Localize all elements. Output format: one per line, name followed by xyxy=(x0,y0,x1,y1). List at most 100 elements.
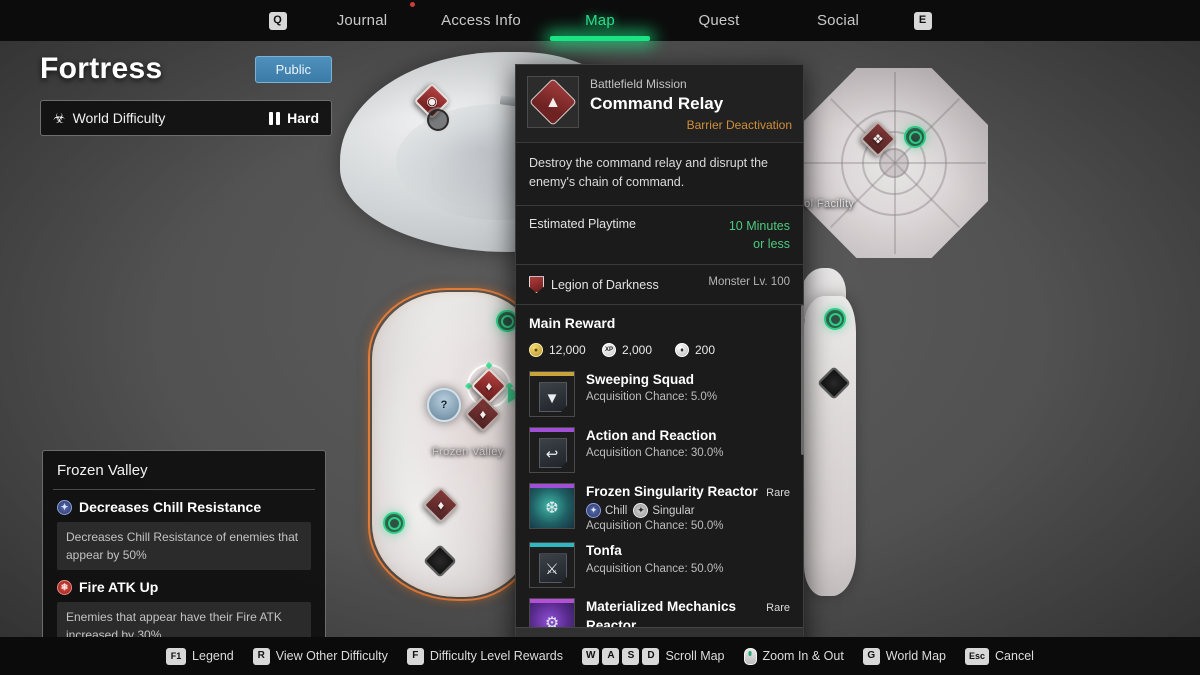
reward-item-icon: ⚙ xyxy=(529,598,575,628)
map-marker-resource-east[interactable] xyxy=(824,308,846,330)
world-difficulty-box[interactable]: ☣ World Difficulty Hard xyxy=(40,100,332,136)
reward-item[interactable]: ⚙ Materialized Mechanics Reactor Rare ● … xyxy=(516,593,803,628)
reward-item-text: Frozen Singularity Reactor Rare ✦ Chill … xyxy=(586,483,790,532)
key-d[interactable]: D xyxy=(642,647,660,665)
chill-attribute-icon: ✦ xyxy=(586,503,601,519)
tab-quest[interactable]: Quest xyxy=(660,12,779,29)
keybind-cancel-label: Cancel xyxy=(995,649,1034,663)
nav-next-key[interactable]: E xyxy=(913,11,932,30)
landmass-east xyxy=(804,296,856,596)
keybind-zoom-label: Zoom In & Out xyxy=(762,649,844,663)
module-amount: 200 xyxy=(695,343,716,358)
tooltip-scrollbar[interactable] xyxy=(801,305,804,455)
key-r[interactable]: R xyxy=(252,647,270,665)
tab-journal-label: Journal xyxy=(336,12,388,29)
reward-item-icon: ❆ xyxy=(529,483,575,530)
key-a[interactable]: A xyxy=(602,647,620,665)
currency-xp: XP 2,000 xyxy=(602,343,675,358)
reward-item-text: Materialized Mechanics Reactor Rare ● No… xyxy=(586,598,790,627)
tab-access-info-label: Access Info xyxy=(441,12,521,29)
main-reward-section: Main Reward xyxy=(516,305,803,337)
tab-map[interactable]: Map xyxy=(541,12,660,41)
key-f1[interactable]: F1 xyxy=(166,647,187,665)
mission-type-icon: ▲ xyxy=(527,76,579,128)
reward-name: Sweeping Squad xyxy=(586,372,695,388)
reward-glyph-icon: ⚔ xyxy=(545,561,559,579)
gold-amount: 12,000 xyxy=(549,343,586,358)
map-marker-mission-facility[interactable]: ❖ xyxy=(859,120,897,158)
reward-glyph-icon: ↩ xyxy=(545,446,559,464)
reward-item-text: Action and Reaction Acquisition Chance: … xyxy=(586,427,790,459)
region-modifier-name: Decreases Chill Resistance xyxy=(79,499,262,515)
reward-chance: Acquisition Chance: 5.0% xyxy=(586,391,718,404)
map-marker-mission-valley-south[interactable]: ♦ xyxy=(422,486,460,524)
reward-item-text: Tonfa Acquisition Chance: 50.0% xyxy=(586,542,790,574)
reward-item[interactable]: ⚔ Tonfa Acquisition Chance: 50.0% xyxy=(516,537,803,593)
page-title: Fortress xyxy=(40,52,163,85)
map-marker-resource-valley-southwest[interactable] xyxy=(383,512,405,534)
fire-attribute-icon: ❄ xyxy=(57,579,72,595)
reward-name-line: Sweeping Squad xyxy=(586,371,790,389)
reward-item[interactable]: ❆ Frozen Singularity Reactor Rare ✦ Chil… xyxy=(516,478,803,537)
region-panel-title: Frozen Valley xyxy=(57,462,148,479)
keybind-view-other-difficulty[interactable]: R View Other Difficulty xyxy=(252,647,388,665)
playtime-line1: 10 Minutes xyxy=(728,218,790,233)
public-session-button[interactable]: Public xyxy=(254,55,332,83)
keybind-scroll-map[interactable]: W A S D Scroll Map xyxy=(582,647,725,665)
reward-attribute: ✦ Singular xyxy=(633,503,695,519)
reward-glyph-icon: ❆ xyxy=(545,500,559,518)
reward-rarity: Rare xyxy=(766,602,790,615)
reward-attribute-label: Chill xyxy=(605,504,628,517)
key-esc[interactable]: Esc xyxy=(965,647,990,665)
region-modifier-header: ✦ Decreases Chill Resistance xyxy=(57,499,311,515)
keybind-difficulty-level-rewards-label: Difficulty Level Rewards xyxy=(429,649,564,663)
key-f[interactable]: F xyxy=(406,647,424,665)
tab-active-underline xyxy=(550,36,650,41)
mission-tooltip: ▲ Battlefield Mission Command Relay Barr… xyxy=(515,64,804,672)
keybind-world-map-label: World Map xyxy=(885,649,947,663)
map-marker-mission-selected[interactable]: ♦ xyxy=(470,367,508,405)
tab-social-label: Social xyxy=(816,12,860,29)
nav-prev-key[interactable]: Q xyxy=(268,11,287,30)
tab-access-info[interactable]: Access Info xyxy=(422,12,541,29)
reward-item[interactable]: ↩ Action and Reaction Acquisition Chance… xyxy=(516,422,803,478)
tab-quest-label: Quest xyxy=(698,12,740,29)
top-navigation-bar: Q Journal Access Info Map Quest Social E xyxy=(0,0,1200,41)
module-icon: ♦ xyxy=(675,343,689,358)
main-reward-title: Main Reward xyxy=(529,315,616,332)
mouse-icon xyxy=(743,647,757,665)
reward-chance: Acquisition Chance: 50.0% xyxy=(586,520,724,533)
map-marker-mission-valley-mid[interactable]: ♦ xyxy=(464,395,502,433)
reward-rarity: Rare xyxy=(766,487,790,500)
keybind-view-other-difficulty-label: View Other Difficulty xyxy=(275,649,388,663)
key-s[interactable]: S xyxy=(622,647,640,665)
map-marker-objective-nw[interactable] xyxy=(427,109,449,131)
reward-item[interactable]: ▼ Sweeping Squad Acquisition Chance: 5.0… xyxy=(516,366,803,422)
map-player-marker[interactable]: ? xyxy=(427,388,461,422)
faction-left: Legion of Darkness xyxy=(529,276,659,294)
chill-attribute-icon: ✦ xyxy=(57,499,72,515)
world-difficulty-label: World Difficulty xyxy=(72,110,166,126)
tab-social[interactable]: Social xyxy=(779,12,898,29)
keybind-zoom[interactable]: Zoom In & Out xyxy=(743,647,844,665)
location-title-row: Fortress Public xyxy=(40,52,332,86)
key-g[interactable]: G xyxy=(862,647,880,665)
keybind-legend[interactable]: F1 Legend xyxy=(166,647,234,665)
region-modifier-panel: Frozen Valley ✦ Decreases Chill Resistan… xyxy=(42,450,326,662)
tab-journal[interactable]: Journal xyxy=(303,12,422,29)
keybind-legend-label: Legend xyxy=(192,649,234,663)
reward-item-icon: ▼ xyxy=(529,371,575,418)
notification-dot-icon xyxy=(410,2,415,7)
game-screen: Frozen Valley rol Facility ◉ ❖ ♦ ? ♦ ♦ Q… xyxy=(0,0,1200,675)
key-w[interactable]: W xyxy=(582,647,600,665)
reward-attribute-label: Singular xyxy=(652,504,695,517)
keybind-difficulty-level-rewards[interactable]: F Difficulty Level Rewards xyxy=(406,647,564,665)
mission-category: Battlefield Mission xyxy=(590,77,687,91)
world-difficulty-value: Hard xyxy=(287,110,319,126)
reward-name-line: Materialized Mechanics Reactor Rare xyxy=(586,598,790,627)
keybind-world-map[interactable]: G World Map xyxy=(862,647,947,665)
tooltip-header-text: Battlefield Mission Command Relay Barrie… xyxy=(590,76,792,132)
map-marker-resource-facility[interactable] xyxy=(904,126,926,148)
keybind-cancel[interactable]: Esc Cancel xyxy=(965,647,1034,665)
map-player-label: ? xyxy=(440,399,448,411)
